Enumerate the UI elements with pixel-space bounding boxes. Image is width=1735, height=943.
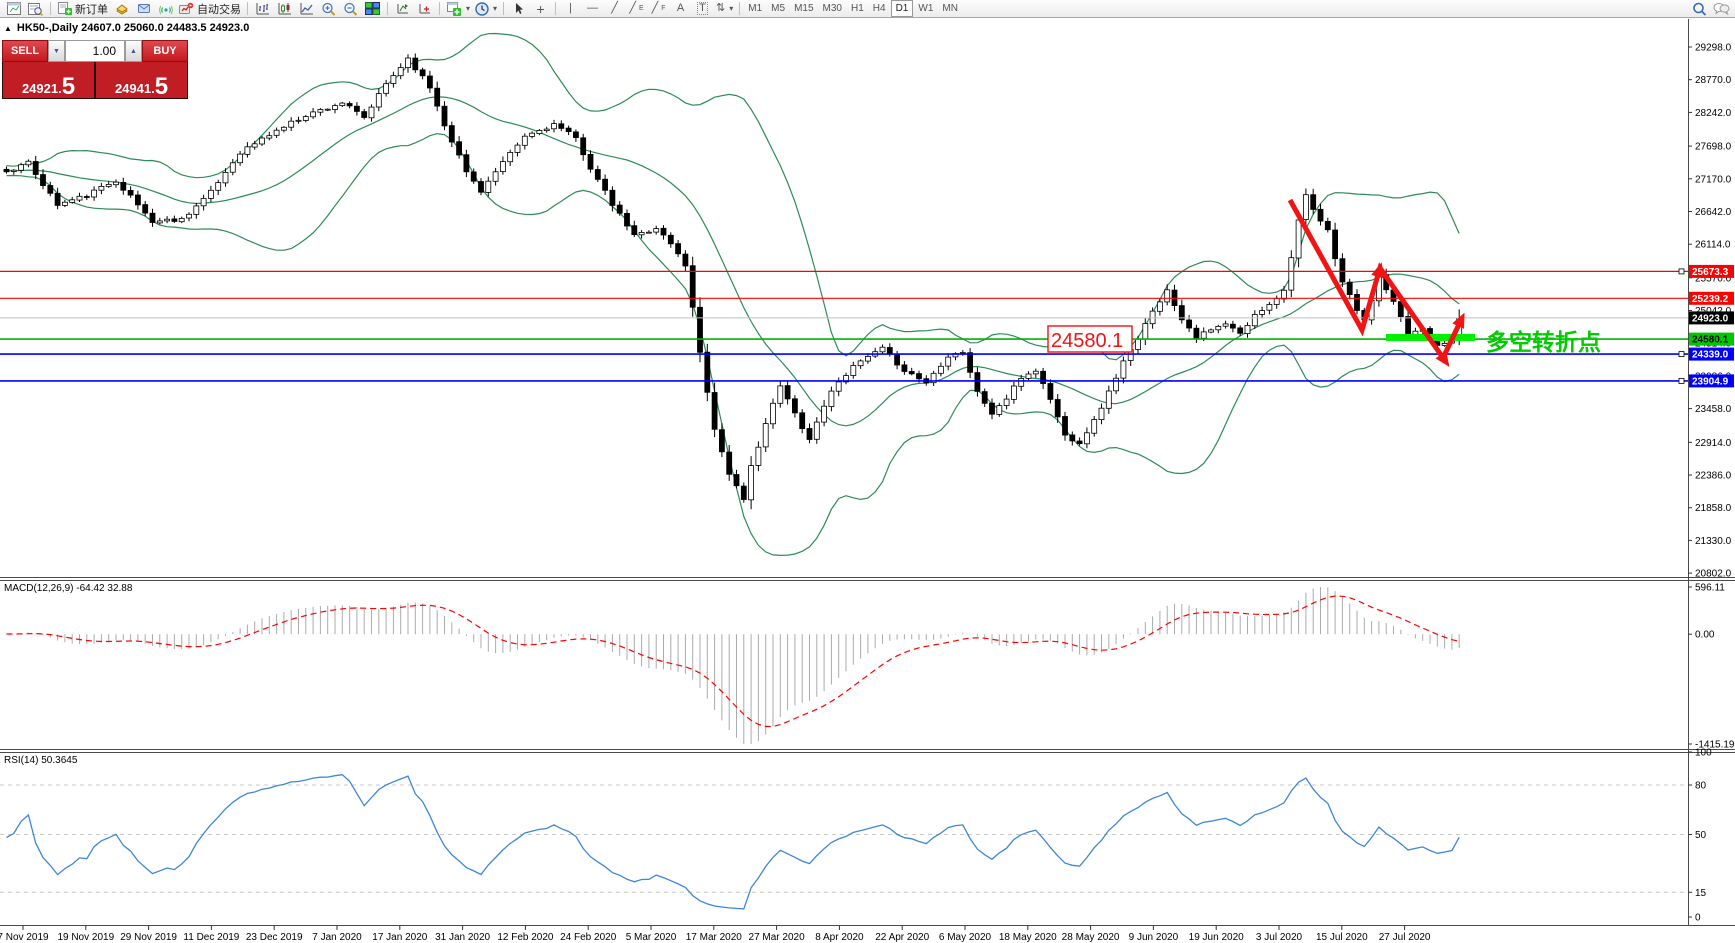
text-tool-icon[interactable]: A (670, 1, 691, 17)
metaeditor-icon[interactable] (133, 1, 154, 17)
trading-terminal-window: 新订单 自动交易 ▾ ▾ + | — ╱ ╱ E ╱ F A T ⇅ ▾ M1 … (0, 0, 1735, 943)
line-handle (1678, 268, 1685, 275)
new-order-label: 新订单 (75, 3, 108, 16)
trendline-tool-icon[interactable]: ╱ (604, 1, 625, 17)
rsi-indicator-label: RSI(14) 50.3645 (4, 755, 78, 766)
toolbar-separator (387, 2, 388, 15)
price-callout-text: 24580.1 (1051, 330, 1123, 352)
buy-button[interactable]: BUY (142, 40, 188, 62)
zoom-in-icon[interactable] (318, 1, 339, 17)
objects-icon[interactable] (414, 1, 435, 17)
toolbar-separator (50, 2, 51, 15)
auto-trading-button[interactable]: 自动交易 (177, 1, 243, 17)
chevron-down-icon: ▾ (493, 4, 498, 13)
timeframe-m5-button[interactable]: M5 (767, 1, 789, 16)
buy-price-display[interactable]: 24941. 5 (96, 62, 187, 98)
toolbar-separator (555, 2, 557, 15)
zoom-out-icon[interactable] (340, 1, 361, 17)
market-watch-icon[interactable] (25, 1, 46, 17)
crosshair-icon[interactable]: + (530, 1, 551, 17)
buy-price-pips: 5 (154, 72, 169, 100)
volume-increase-button[interactable]: ▲ (125, 40, 142, 62)
time-scale[interactable] (0, 926, 1688, 943)
timeframe-mn-button[interactable]: MN (938, 1, 962, 16)
timeframe-d1-button[interactable]: D1 (890, 0, 914, 17)
toolbar-separator (739, 2, 741, 15)
buy-price-main: 24941. (114, 80, 155, 96)
timeframe-m1-button[interactable]: M1 (744, 1, 766, 16)
timeframe-h4-button[interactable]: H4 (869, 1, 890, 16)
chat-icon[interactable] (1711, 1, 1732, 17)
depth-of-market-icon[interactable] (111, 1, 132, 17)
indicators-icon[interactable] (392, 1, 413, 17)
auto-trading-label: 自动交易 (197, 3, 241, 16)
line-handle (1678, 377, 1685, 384)
equidistant-channel-tool-icon[interactable]: ╱ E (626, 1, 647, 17)
macd-indicator-label: MACD(12,26,9) -64.42 32.88 (4, 583, 133, 594)
timeframe-w1-button[interactable]: W1 (914, 1, 937, 16)
sell-price-main: 24921. (21, 80, 62, 96)
fibonacci-tool-icon[interactable]: ╱ F (648, 1, 669, 17)
chart-canvas[interactable]: 24580.1 多空转折点29298.028770.028242.027698.0… (0, 0, 1735, 943)
line-handle (1678, 351, 1685, 358)
toolbar: 新订单 自动交易 ▾ ▾ + | — ╱ ╱ E ╱ F A T ⇅ ▾ M1 … (0, 0, 1735, 18)
symbol-ohlc-info: ▲ HK50-,Daily 24607.0 25060.0 24483.5 24… (4, 22, 249, 34)
volume-decrease-button[interactable]: ▼ (48, 40, 65, 62)
new-chart-button[interactable]: ▾ (444, 1, 472, 17)
sell-price-display[interactable]: 24921. 5 (3, 62, 96, 98)
horizontal-line-tool-icon[interactable]: — (582, 1, 603, 17)
signals-icon[interactable] (155, 1, 176, 17)
line-chart-icon[interactable] (296, 1, 317, 17)
symbol-ohlc-text: HK50-,Daily 24607.0 25060.0 24483.5 2492… (16, 22, 250, 34)
sell-price-pips: 5 (61, 72, 76, 100)
bar-chart-icon[interactable] (252, 1, 273, 17)
text-label-tool-icon[interactable]: T (692, 1, 713, 17)
chart-window-icon[interactable] (3, 1, 24, 17)
trade-panel-toggle-icon[interactable]: ▲ (4, 24, 12, 33)
toolbar-separator (439, 2, 440, 15)
new-order-button[interactable]: 新订单 (55, 1, 110, 17)
tile-windows-icon[interactable] (362, 1, 383, 17)
cursor-icon[interactable] (508, 1, 529, 17)
toolbar-separator (247, 2, 248, 15)
price-scale[interactable] (1689, 19, 1735, 925)
timeframe-m30-button[interactable]: M30 (819, 1, 846, 16)
chevron-down-icon: ▾ (729, 4, 734, 13)
timeframe-m15-button[interactable]: M15 (790, 1, 817, 16)
timeframe-h1-button[interactable]: H1 (847, 1, 868, 16)
turning-point-note: 多空转折点 (1486, 329, 1601, 355)
search-icon[interactable] (1689, 1, 1710, 17)
toolbar-separator (503, 2, 505, 15)
chevron-down-icon: ▾ (466, 4, 471, 13)
candlestick-chart-icon[interactable] (274, 1, 295, 17)
vertical-line-tool-icon[interactable]: | (560, 1, 581, 17)
sell-button[interactable]: SELL (2, 40, 48, 62)
volume-input[interactable]: 1.00 (65, 40, 125, 62)
one-click-trade-panel: SELL ▼ 1.00 ▲ BUY 24921. 5 24941. 5 (2, 40, 188, 99)
periodicity-clock-icon[interactable]: ▾ (473, 1, 499, 17)
arrows-tool-icon[interactable]: ⇅ ▾ (714, 1, 735, 17)
